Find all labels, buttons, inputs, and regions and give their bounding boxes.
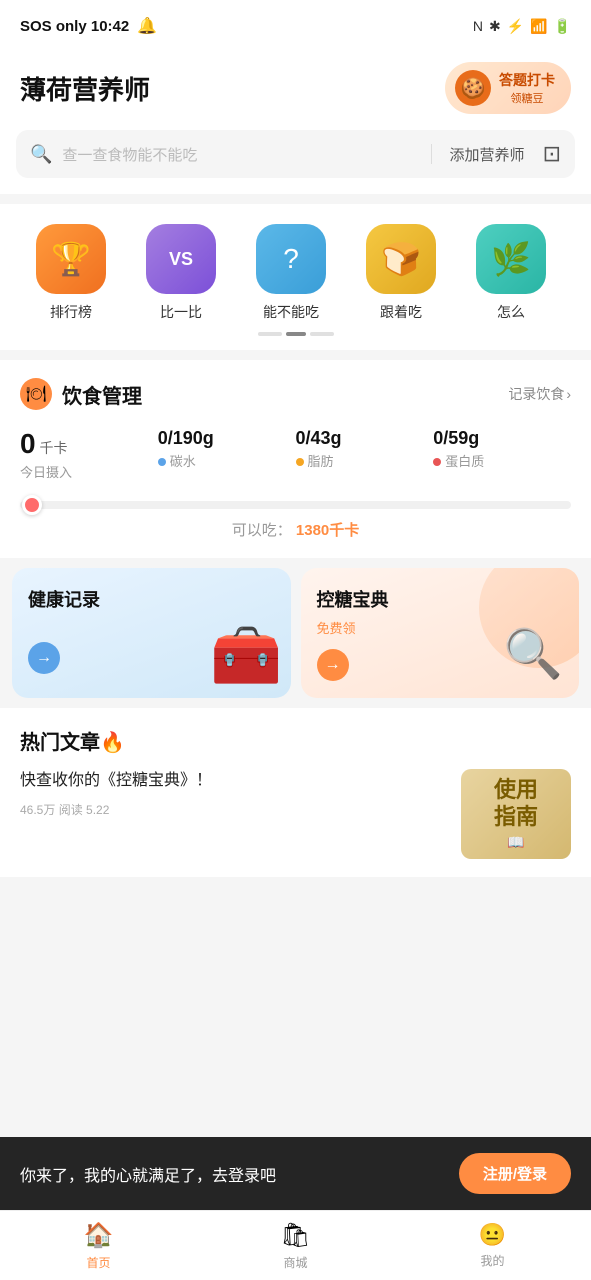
diet-section-header: 🍽 饮食管理 记录饮食 ›: [20, 378, 571, 410]
diet-record-link-arrow: ›: [566, 386, 571, 402]
battery-icon: 🔋: [554, 18, 571, 35]
category-ranking-icon: 🏆: [36, 224, 106, 294]
progress-wrap: [20, 501, 571, 509]
can-eat-text: 可以吃： 1380千卡: [20, 519, 571, 540]
bottom-spacer: [0, 877, 591, 1037]
health-record-title: 健康记录: [28, 586, 275, 612]
category-compare[interactable]: VS 比一比: [126, 224, 236, 322]
articles-title: 热门文章🔥: [20, 726, 571, 755]
scan-icon[interactable]: ⊡: [543, 141, 561, 167]
badge-main-label: 答题打卡: [499, 70, 555, 90]
sugar-control-arrow[interactable]: →: [317, 649, 349, 681]
shop-icon: 🛍: [280, 1221, 310, 1250]
article-thumb: 使用 指南 📖: [461, 769, 571, 859]
badge-sub-label: 领糖豆: [499, 90, 555, 106]
shop-label: 商城: [283, 1254, 307, 1271]
category-ranking-label: 排行榜: [50, 302, 92, 322]
mine-icon: 😐: [479, 1222, 506, 1248]
header: 薄荷营养师 🍪 答题打卡 领糖豆: [0, 52, 591, 130]
badge-text: 答题打卡 领糖豆: [499, 70, 555, 106]
category-canyoueat-label: 能不能吃: [263, 302, 319, 322]
bell-icon: 🔔: [137, 16, 157, 36]
mine-label: 我的: [480, 1252, 504, 1269]
progress-bar: [20, 501, 571, 509]
search-section: 🔍 查一查食物能不能吃 添加营养师 ⊡: [0, 130, 591, 194]
badge-icon: 🍪: [455, 70, 491, 106]
nav-mine[interactable]: 😐 我的: [394, 1211, 591, 1280]
bottom-nav: 🏠 首页 🛍 商城 😐 我的: [0, 1210, 591, 1280]
status-bar: SOS only 10:42 🔔 N ✱ ⚡ 📶 🔋: [0, 0, 591, 52]
bluetooth-icon: ✱: [489, 18, 501, 35]
calories-label: 今日摄入: [20, 462, 158, 481]
status-left: SOS only 10:42 🔔: [20, 16, 157, 36]
carbs-dot: [158, 458, 166, 466]
fat-dot: [296, 458, 304, 466]
scroll-dot-2: [286, 332, 306, 336]
category-howeat-label: 怎么: [497, 302, 525, 322]
app-title: 薄荷营养师: [20, 70, 150, 107]
calories-value: 0 千卡: [20, 428, 158, 460]
diet-record-link-label: 记录饮食: [508, 384, 564, 404]
home-icon: 🏠: [84, 1221, 114, 1250]
search-icon: 🔍: [30, 144, 52, 165]
article-title-text: 快查收你的《控糖宝典》！: [20, 769, 447, 793]
category-canyoueat[interactable]: ? 能不能吃: [236, 224, 346, 322]
nutrition-stats: 0 千卡 今日摄入 0/190g 碳水 0/43g 脂肪 0/59g 蛋白质: [20, 428, 571, 481]
two-col-cards: 健康记录 → 🧰 控糖宝典 免费领 → 🔍: [12, 568, 579, 698]
nav-home[interactable]: 🏠 首页: [0, 1211, 197, 1280]
diet-title-icon: 🍽: [20, 378, 52, 410]
health-record-deco: 🧰: [210, 622, 282, 690]
category-followeat-label: 跟着吃: [380, 302, 422, 322]
wifi-icon: 📶: [530, 18, 547, 35]
article-item[interactable]: 快查收你的《控糖宝典》！ 46.5万 阅读 5.22 使用 指南 📖: [20, 769, 571, 859]
sugar-control-card[interactable]: 控糖宝典 免费领 → 🔍: [301, 568, 580, 698]
scroll-dot-3: [310, 332, 334, 336]
health-record-card[interactable]: 健康记录 → 🧰: [12, 568, 291, 698]
diet-section-title: 饮食管理: [62, 380, 142, 409]
nfc-icon: N: [473, 18, 483, 34]
search-divider: [431, 144, 432, 164]
category-compare-label: 比一比: [160, 302, 202, 322]
category-howeat[interactable]: 🌿 怎么: [456, 224, 566, 322]
protein-dot: [433, 458, 441, 466]
article-text-wrap: 快查收你的《控糖宝典》！ 46.5万 阅读 5.22: [20, 769, 447, 818]
category-followeat[interactable]: 🍞 跟着吃: [346, 224, 456, 322]
signal-icon: ⚡: [507, 18, 524, 35]
category-ranking[interactable]: 🏆 排行榜: [16, 224, 126, 322]
can-eat-label: 可以吃：: [232, 522, 292, 539]
diet-management-section: 🍽 饮食管理 记录饮食 › 0 千卡 今日摄入 0/190g 碳水 0/43g …: [0, 360, 591, 558]
status-right: N ✱ ⚡ 📶 🔋: [473, 18, 571, 35]
category-followeat-icon: 🍞: [366, 224, 436, 294]
home-label: 首页: [86, 1254, 110, 1271]
stat-carbs: 0/190g 碳水: [158, 428, 296, 481]
category-canyoueat-icon: ?: [256, 224, 326, 294]
category-howeat-icon: 🌿: [476, 224, 546, 294]
quiz-badge-button[interactable]: 🍪 答题打卡 领糖豆: [445, 62, 571, 114]
article-thumb-inner: 使用 指南 📖: [494, 777, 538, 851]
login-banner: 你来了，我的心就满足了，去登录吧 注册/登录: [0, 1137, 591, 1210]
search-placeholder[interactable]: 查一查食物能不能吃: [62, 144, 412, 165]
login-banner-text: 你来了，我的心就满足了，去登录吧: [20, 1162, 276, 1186]
add-nutritionist-label[interactable]: 添加营养师: [450, 144, 525, 165]
diet-record-link[interactable]: 记录饮食 ›: [508, 384, 571, 404]
can-eat-value: 1380千卡: [296, 522, 359, 539]
nav-shop[interactable]: 🛍 商城: [197, 1211, 394, 1280]
search-bar[interactable]: 🔍 查一查食物能不能吃 添加营养师 ⊡: [16, 130, 575, 178]
scroll-dot-1: [258, 332, 282, 336]
sugar-control-search-icon: 🔍: [503, 625, 563, 682]
login-register-button[interactable]: 注册/登录: [459, 1153, 571, 1194]
article-meta: 46.5万 阅读 5.22: [20, 801, 447, 818]
diet-title-wrap: 🍽 饮食管理: [20, 378, 142, 410]
categories-section: 🏆 排行榜 VS 比一比 ? 能不能吃 🍞 跟着吃 🌿 怎么: [0, 204, 591, 350]
stat-fat: 0/43g 脂肪: [296, 428, 434, 481]
categories-scroll: 🏆 排行榜 VS 比一比 ? 能不能吃 🍞 跟着吃 🌿 怎么: [0, 224, 591, 322]
stat-calories: 0 千卡 今日摄入: [20, 428, 158, 481]
progress-indicator: [22, 495, 42, 515]
scroll-indicator: [0, 322, 591, 340]
articles-section: 热门文章🔥 快查收你的《控糖宝典》！ 46.5万 阅读 5.22 使用 指南 📖: [0, 708, 591, 877]
stat-protein: 0/59g 蛋白质: [433, 428, 571, 481]
health-record-arrow[interactable]: →: [28, 642, 60, 674]
category-compare-icon: VS: [146, 224, 216, 294]
status-text: SOS only 10:42: [20, 18, 129, 35]
